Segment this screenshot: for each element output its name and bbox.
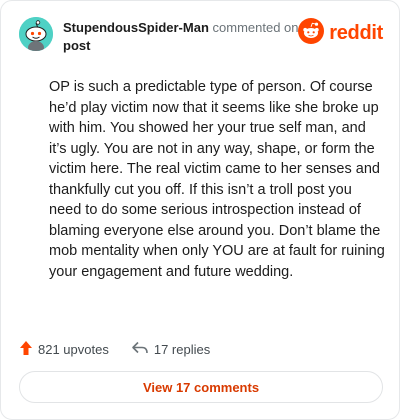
- reply-arrow-icon[interactable]: [131, 341, 149, 358]
- reply-count: 17 replies: [153, 341, 211, 357]
- post-link[interactable]: post: [63, 37, 303, 55]
- brand[interactable]: reddit: [298, 17, 383, 49]
- view-comments-button[interactable]: View 17 comments: [19, 371, 383, 403]
- reddit-logo-icon: [298, 17, 325, 49]
- comment-body: OP is such a predictable type of person.…: [49, 79, 385, 280]
- reply-stat[interactable]: 17 replies: [131, 341, 210, 358]
- upvote-count: 821 upvotes: [38, 341, 109, 357]
- snoo-avatar-icon[interactable]: [19, 17, 53, 51]
- brand-wordmark: reddit: [329, 21, 383, 44]
- username[interactable]: StupendousSpider-Man: [63, 20, 209, 35]
- byline: StupendousSpider-Man commented on post: [63, 19, 303, 55]
- upvote-stat[interactable]: 821 upvotes: [19, 340, 109, 359]
- comment-footer: 821 upvotes 17 replies: [19, 338, 210, 360]
- comment-card: StupendousSpider-Man commented on post r: [0, 0, 400, 420]
- upvote-arrow-icon[interactable]: [19, 340, 33, 359]
- comment-header: StupendousSpider-Man commented on post r: [19, 17, 383, 57]
- byline-action: commented on: [212, 20, 299, 35]
